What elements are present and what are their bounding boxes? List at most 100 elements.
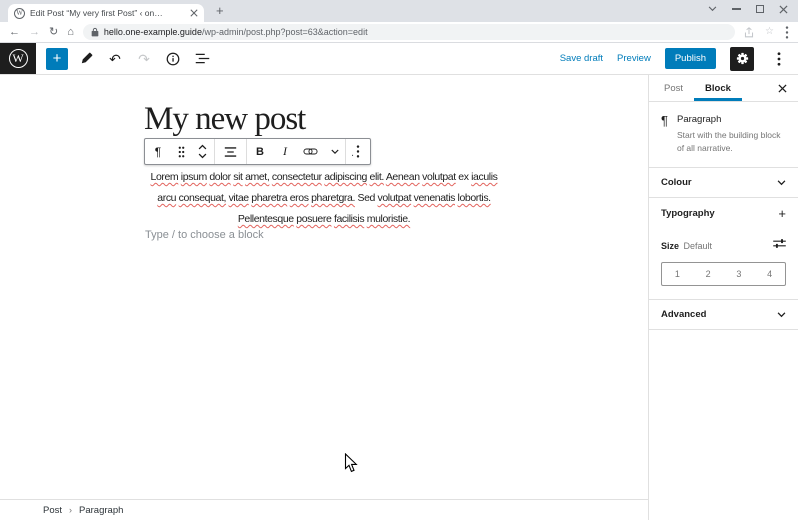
typography-options-button[interactable]: + xyxy=(778,207,786,220)
tab-post[interactable]: Post xyxy=(653,75,694,101)
browser-tab-strip: W Edit Post “My very first Post” ‹ on… + xyxy=(0,0,798,22)
post-title-field[interactable]: My new post xyxy=(144,101,306,137)
back-icon[interactable]: ← xyxy=(9,26,20,38)
home-icon[interactable]: ⌂ xyxy=(67,26,74,38)
chevron-down-icon xyxy=(777,312,786,318)
gear-icon xyxy=(736,52,748,65)
wordpress-favicon-icon: W xyxy=(14,7,25,19)
word: posuere xyxy=(296,213,332,225)
tab-block[interactable]: Block xyxy=(694,75,742,101)
word: lobortis. xyxy=(457,192,492,204)
word: arcu xyxy=(157,192,177,204)
more-formatting-button[interactable] xyxy=(324,139,345,164)
word: Lorem xyxy=(150,171,179,183)
panel-typography-label: Typography xyxy=(661,208,715,220)
settings-sidebar: Post Block ¶ Paragraph Start with the bu… xyxy=(648,75,798,520)
window-minimize-icon[interactable] xyxy=(732,8,741,10)
publish-button[interactable]: Publish xyxy=(664,48,716,69)
close-sidebar-button[interactable] xyxy=(767,75,798,101)
panel-typography: Typography + xyxy=(649,198,798,229)
word: muloristie. xyxy=(366,213,411,225)
preview-button[interactable]: Preview xyxy=(617,53,651,64)
redo-icon: ↷ xyxy=(138,50,150,67)
drag-handle[interactable] xyxy=(171,139,191,164)
block-name: Paragraph xyxy=(676,114,722,125)
panel-advanced-label: Advanced xyxy=(661,309,707,321)
url-domain: hello.one-example.guide xyxy=(103,27,202,37)
sliders-icon xyxy=(773,239,786,249)
options-menu-button[interactable] xyxy=(768,48,790,70)
breadcrumb-post[interactable]: Post xyxy=(43,505,62,516)
italic-button[interactable]: I xyxy=(273,139,297,164)
list-view-button[interactable] xyxy=(191,48,213,70)
settings-button[interactable] xyxy=(730,46,754,71)
block-toolbar: ¶ B I xyxy=(144,138,371,165)
paragraph-block[interactable]: Lorem ipsum dolor sit amet, consectetur … xyxy=(144,167,504,230)
redo-button[interactable]: ↷ xyxy=(133,48,155,70)
drag-handle-icon xyxy=(178,146,184,157)
block-appender[interactable]: Type / to choose a block xyxy=(145,229,264,241)
word: facilisis xyxy=(333,213,365,225)
breadcrumb-paragraph[interactable]: Paragraph xyxy=(79,505,123,516)
forward-icon[interactable]: → xyxy=(29,26,40,38)
word: amet, xyxy=(245,171,270,183)
size-segmented-control: 1234 xyxy=(661,262,786,287)
block-mover-button[interactable] xyxy=(191,139,214,164)
panel-colour[interactable]: Colour xyxy=(649,168,798,199)
word: eros xyxy=(289,192,309,204)
tab-close-icon[interactable] xyxy=(190,9,198,17)
wordpress-logo-button[interactable]: W xyxy=(0,43,36,74)
url-path: /wp-admin/post.php?post=63&action=edit xyxy=(201,27,368,37)
block-type-button[interactable]: ¶ xyxy=(145,139,171,164)
details-button[interactable] xyxy=(162,48,184,70)
browser-menu-icon[interactable] xyxy=(785,25,789,39)
align-button[interactable] xyxy=(215,139,246,164)
more-options-icon xyxy=(777,51,781,66)
breadcrumb-separator-icon: › xyxy=(69,505,73,515)
address-input[interactable]: hello.one-example.guide/wp-admin/post.ph… xyxy=(82,24,736,40)
new-tab-button[interactable]: + xyxy=(216,3,224,18)
info-icon xyxy=(166,52,180,65)
list-view-icon xyxy=(195,53,209,64)
paragraph-icon: ¶ xyxy=(661,113,668,128)
word: dolor xyxy=(209,171,231,183)
word: consequat, xyxy=(178,192,227,204)
block-options-button[interactable] xyxy=(346,139,370,164)
panel-advanced[interactable]: Advanced xyxy=(649,299,798,331)
browser-tab[interactable]: W Edit Post “My very first Post” ‹ on… xyxy=(8,4,204,22)
wordpress-logo-icon: W xyxy=(8,49,28,68)
size-settings-button[interactable] xyxy=(773,236,786,254)
size-option-3[interactable]: 3 xyxy=(724,263,755,285)
word: Pellentesque xyxy=(237,213,294,225)
reload-icon[interactable]: ↻ xyxy=(49,26,58,38)
tools-button[interactable] xyxy=(75,48,97,70)
undo-icon: ↶ xyxy=(109,50,121,67)
size-option-4[interactable]: 4 xyxy=(754,263,785,285)
link-icon xyxy=(303,148,318,155)
breadcrumb: Post › Paragraph xyxy=(0,499,648,520)
text-artifact: . xyxy=(351,147,355,159)
paragraph-line: Pellentesque posuere facilisis muloristi… xyxy=(144,209,504,230)
paragraph-line: Lorem ipsum dolor sit amet, consectetur … xyxy=(144,167,504,188)
word: sit xyxy=(233,171,243,183)
word: elit. xyxy=(369,171,385,183)
word: venenatis xyxy=(413,192,456,204)
size-row: Size Default xyxy=(649,229,798,257)
undo-button[interactable]: ↶ xyxy=(104,48,126,70)
window-maximize-icon[interactable] xyxy=(756,5,764,13)
add-block-button[interactable]: + xyxy=(46,47,68,70)
size-option-1[interactable]: 1 xyxy=(662,263,693,285)
word: volutpat xyxy=(422,171,456,183)
link-button[interactable] xyxy=(297,139,324,164)
bookmark-star-icon[interactable]: ☆ xyxy=(765,27,774,37)
tab-search-chevron-icon[interactable] xyxy=(708,6,717,12)
editor-header: W + ↶ ↷ Save draft Preview Publish xyxy=(0,43,798,75)
align-center-icon xyxy=(224,146,237,157)
window-close-icon[interactable] xyxy=(779,4,788,14)
size-value: Default xyxy=(683,241,712,252)
share-icon[interactable] xyxy=(744,26,754,38)
size-option-2[interactable]: 2 xyxy=(693,263,724,285)
bold-button[interactable]: B xyxy=(247,139,273,164)
save-draft-button[interactable]: Save draft xyxy=(560,53,603,64)
panel-colour-label: Colour xyxy=(661,177,692,189)
